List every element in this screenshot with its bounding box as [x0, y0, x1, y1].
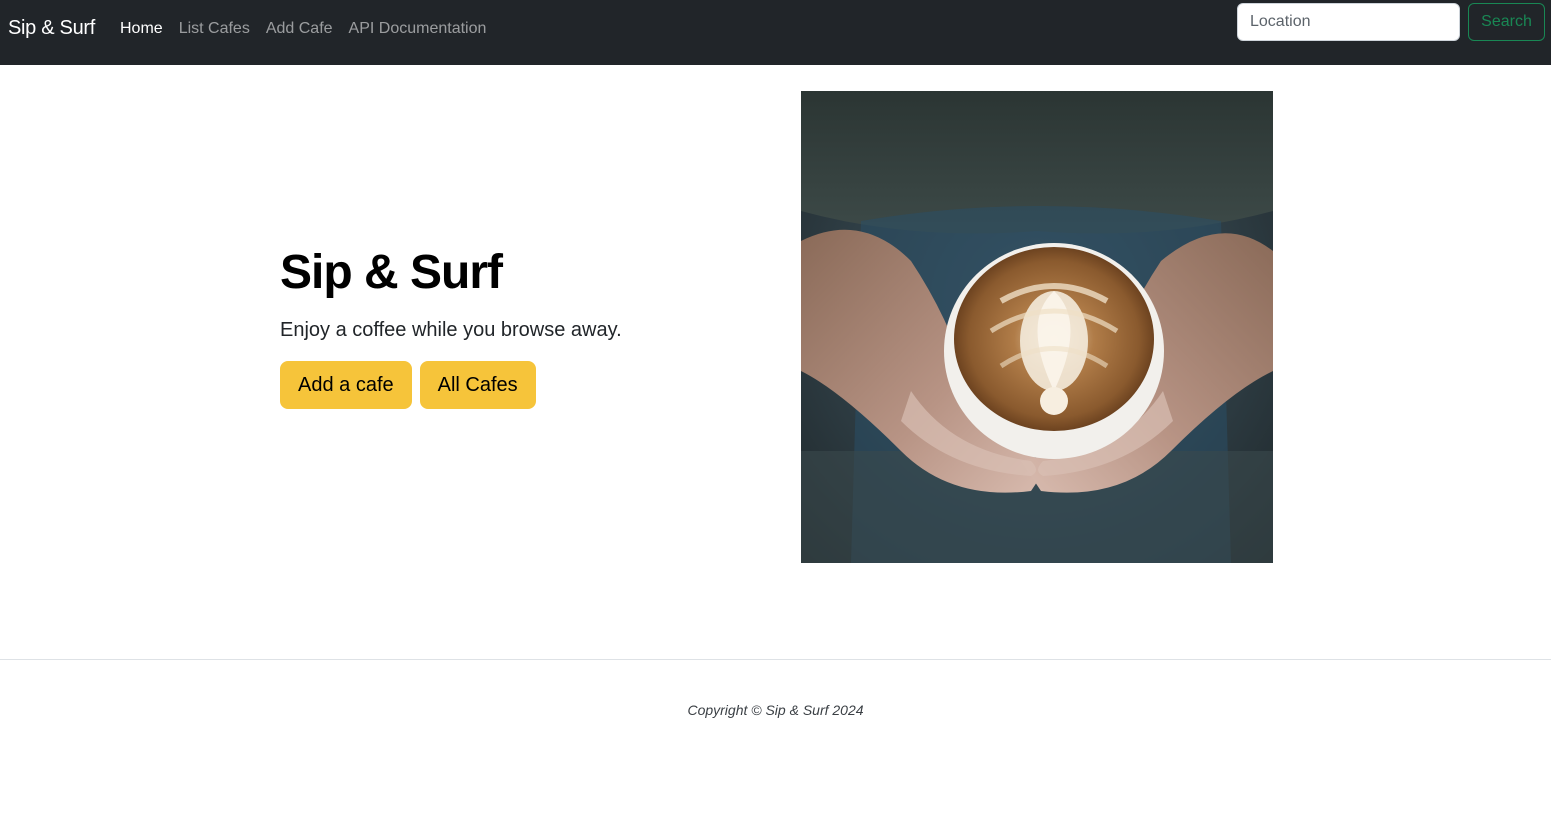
hero-title: Sip & Surf	[280, 246, 503, 299]
top-navbar: Sip & Surf Home List Cafes Add Cafe API …	[0, 0, 1551, 65]
footer-divider	[0, 659, 1551, 660]
hero-subtitle: Enjoy a coffee while you browse away.	[280, 319, 622, 341]
latte-art-photo	[801, 91, 1273, 563]
all-cafes-button[interactable]: All Cafes	[419, 361, 536, 409]
nav-list-cafes[interactable]: List Cafes	[179, 20, 250, 38]
latte-art-image	[801, 91, 1273, 563]
brand-link[interactable]: Sip & Surf	[8, 17, 95, 40]
hero-section: Sip & Surf Enjoy a coffee while you brow…	[280, 243, 622, 409]
nav-links: Home List Cafes Add Cafe API Documentati…	[120, 20, 486, 38]
location-search-input[interactable]	[1237, 3, 1460, 41]
add-cafe-button[interactable]: Add a cafe	[280, 361, 412, 409]
nav-api-documentation[interactable]: API Documentation	[349, 20, 487, 38]
nav-add-cafe[interactable]: Add Cafe	[266, 20, 333, 38]
copyright-text: Copyright © Sip & Surf 2024	[687, 702, 864, 718]
nav-home[interactable]: Home	[120, 20, 163, 38]
hero-buttons: Add a cafe All Cafes	[280, 361, 622, 409]
search-button[interactable]: Search	[1468, 3, 1545, 41]
